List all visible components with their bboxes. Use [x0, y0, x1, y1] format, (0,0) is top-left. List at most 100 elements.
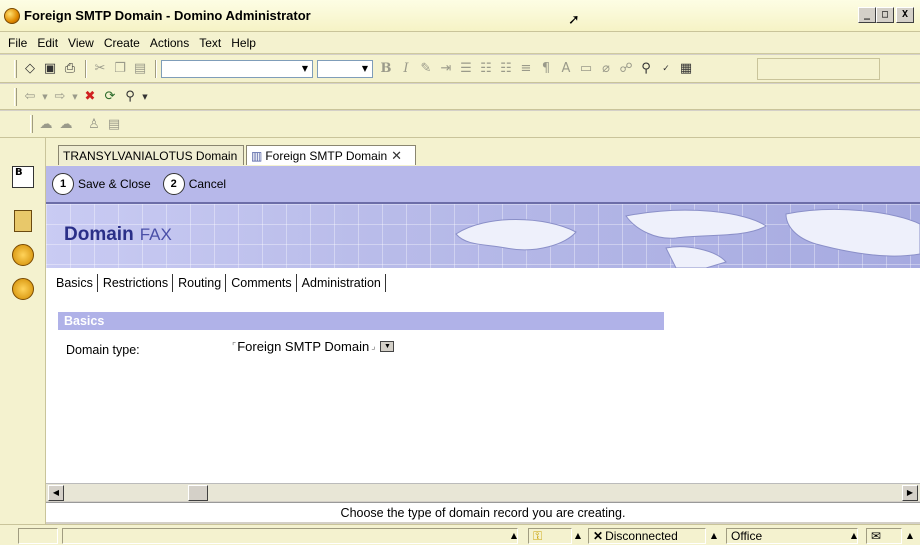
text-properties-icon[interactable]: A — [557, 60, 575, 78]
menu-bar: File Edit View Create Actions Text Help — [0, 32, 920, 54]
bookmark-home-icon[interactable]: B — [12, 166, 34, 188]
bold-icon[interactable]: B — [377, 60, 395, 78]
print-icon[interactable]: ⎙ — [61, 60, 79, 78]
table-icon[interactable]: ▭ — [577, 60, 595, 78]
form-tabs: Basics Restrictions Routing Comments Adm… — [46, 268, 920, 298]
chevron-down-icon: ▼ — [301, 63, 309, 73]
cut-icon[interactable]: ✂ — [91, 60, 109, 78]
highlight-icon[interactable]: ✎ — [417, 60, 435, 78]
status-cell[interactable] — [18, 528, 58, 544]
address-book-icon[interactable] — [14, 210, 32, 232]
horizontal-scrollbar[interactable]: ◀ ▶ — [46, 483, 920, 501]
navigation-toolbar: ⇦ ▼ ⇨ ▼ ✖ ⟳ ⚲ ▼ — [0, 84, 920, 110]
mail-icon[interactable]: ✉ — [866, 528, 902, 544]
chevron-down-icon[interactable]: ▼ — [71, 88, 79, 106]
status-bar: ▲ ⚿ ▲ ✕ Disconnected ▲ Office ▲ ✉ ▲ — [0, 524, 920, 545]
key-icon[interactable]: ⚿ — [528, 528, 572, 544]
person-icon[interactable]: ♙ — [85, 115, 103, 133]
menu-edit[interactable]: Edit — [37, 36, 58, 50]
refresh-icon[interactable]: ⟳ — [101, 88, 119, 106]
search-icon[interactable]: ⚲ — [121, 88, 139, 106]
spell-check-icon[interactable]: ✓ — [657, 60, 675, 78]
back-icon[interactable]: ⇦ — [21, 88, 39, 106]
chevron-up-icon[interactable]: ▲ — [708, 528, 720, 544]
domain-type-value: Foreign SMTP Domain — [237, 339, 370, 354]
world-map-graphic — [455, 208, 920, 268]
tab-routing[interactable]: Routing — [174, 274, 227, 292]
collaboration-toolbar: ☁ ☁ ♙ ▤ — [0, 111, 920, 138]
field-bracket-icon: ⌟ — [371, 341, 376, 351]
domino-app-icon — [4, 8, 20, 24]
tab-foreign-smtp-domain[interactable]: ▥ Foreign SMTP Domain ✕ — [246, 145, 416, 165]
align-icon[interactable]: ≡ — [517, 60, 535, 78]
tab-basics[interactable]: Basics — [52, 274, 98, 292]
save-icon[interactable]: ▣ — [41, 60, 59, 78]
bullet-list-icon[interactable]: ☷ — [477, 60, 495, 78]
domain-type-field[interactable]: ⌜ Foreign SMTP Domain ⌟ ▼ — [232, 339, 395, 354]
maximize-button[interactable]: □ — [876, 7, 894, 23]
forward-icon[interactable]: ⇨ — [51, 88, 69, 106]
chevron-down-icon[interactable]: ▼ — [141, 88, 149, 106]
document-icon: ▥ — [251, 148, 263, 163]
scroll-thumb[interactable] — [188, 485, 208, 501]
copy-icon[interactable]: ❐ — [111, 60, 129, 78]
link-icon[interactable]: ☍ — [617, 60, 635, 78]
cancel-button[interactable]: 2 Cancel — [162, 173, 226, 195]
chevron-down-icon[interactable]: ▼ — [380, 341, 395, 352]
chevron-up-icon[interactable]: ▲ — [508, 528, 520, 544]
save-close-icon: 1 — [52, 173, 74, 195]
cancel-icon: 2 — [162, 173, 185, 195]
stop-icon[interactable]: ✖ — [81, 88, 99, 106]
paste-icon[interactable]: ▤ — [131, 60, 149, 78]
font-size-select[interactable]: ▼ — [317, 59, 373, 78]
banner-heading: Domain FAX — [64, 224, 172, 246]
image-icon[interactable]: ▦ — [677, 60, 695, 78]
main-toolbar: ◇ ▣ ⎙ ✂ ❐ ▤ ▼ ▼ B I ✎ ⇥ ☰ ☷ ☷ ≡ ¶ A ▭ ⌀ … — [0, 55, 920, 83]
numbered-list-icon[interactable]: ☷ — [497, 60, 515, 78]
minimize-button[interactable]: _ — [858, 7, 876, 23]
save-and-close-button[interactable]: 1 Save & Close — [52, 173, 151, 195]
toolbar-separator — [85, 59, 87, 78]
menu-create[interactable]: Create — [104, 36, 140, 50]
section-header: Basics — [58, 312, 664, 330]
toolbar-grip[interactable] — [30, 115, 33, 133]
find-icon[interactable]: ⚲ — [637, 60, 655, 78]
chevron-up-icon[interactable]: ▲ — [572, 528, 584, 544]
menu-help[interactable]: Help — [231, 36, 256, 50]
menu-text[interactable]: Text — [199, 36, 221, 50]
chat-icon[interactable]: ☁ — [57, 115, 75, 133]
menu-file[interactable]: File — [8, 36, 27, 50]
font-style-select[interactable]: ▼ — [161, 59, 313, 78]
tab-restrictions[interactable]: Restrictions — [99, 274, 174, 292]
attach-icon[interactable]: ⌀ — [597, 60, 615, 78]
form-content: Basics Domain type: ⌜ Foreign SMTP Domai… — [46, 298, 920, 483]
align-center-icon[interactable]: ☰ — [457, 60, 475, 78]
indent-icon[interactable]: ⇥ — [437, 60, 455, 78]
replicator-icon[interactable] — [12, 244, 34, 266]
menu-actions[interactable]: Actions — [150, 36, 189, 50]
scroll-left-button[interactable]: ◀ — [48, 485, 64, 501]
chevron-up-icon[interactable]: ▲ — [904, 528, 916, 544]
connection-status[interactable]: ✕ Disconnected — [588, 528, 706, 544]
menu-view[interactable]: View — [68, 36, 94, 50]
chevron-down-icon[interactable]: ▼ — [41, 88, 49, 106]
calendar-tools-icon[interactable] — [12, 278, 34, 300]
document-icon[interactable]: ▤ — [105, 115, 123, 133]
chevron-down-icon: ▼ — [361, 63, 369, 73]
toolbar-grip[interactable] — [14, 59, 17, 78]
tab-comments[interactable]: Comments — [227, 274, 297, 292]
close-icon[interactable]: ✕ — [391, 148, 402, 164]
toolbar-grip[interactable] — [14, 87, 17, 106]
location-status[interactable]: Office — [726, 528, 858, 544]
form-banner: Domain FAX — [46, 204, 920, 268]
banner-subtitle: FAX — [139, 225, 172, 244]
close-button[interactable]: X — [896, 7, 914, 23]
tab-administration[interactable]: Administration — [298, 274, 386, 292]
paragraph-icon[interactable]: ¶ — [537, 60, 555, 78]
chevron-up-icon[interactable]: ▲ — [848, 528, 860, 544]
discussion-icon[interactable]: ☁ — [37, 115, 55, 133]
scroll-right-button[interactable]: ▶ — [902, 485, 918, 501]
tab-transylvanialotus-domain[interactable]: TRANSYLVANIALOTUS Domain — [58, 145, 244, 165]
open-icon[interactable]: ◇ — [21, 60, 39, 78]
italic-icon[interactable]: I — [397, 60, 415, 78]
